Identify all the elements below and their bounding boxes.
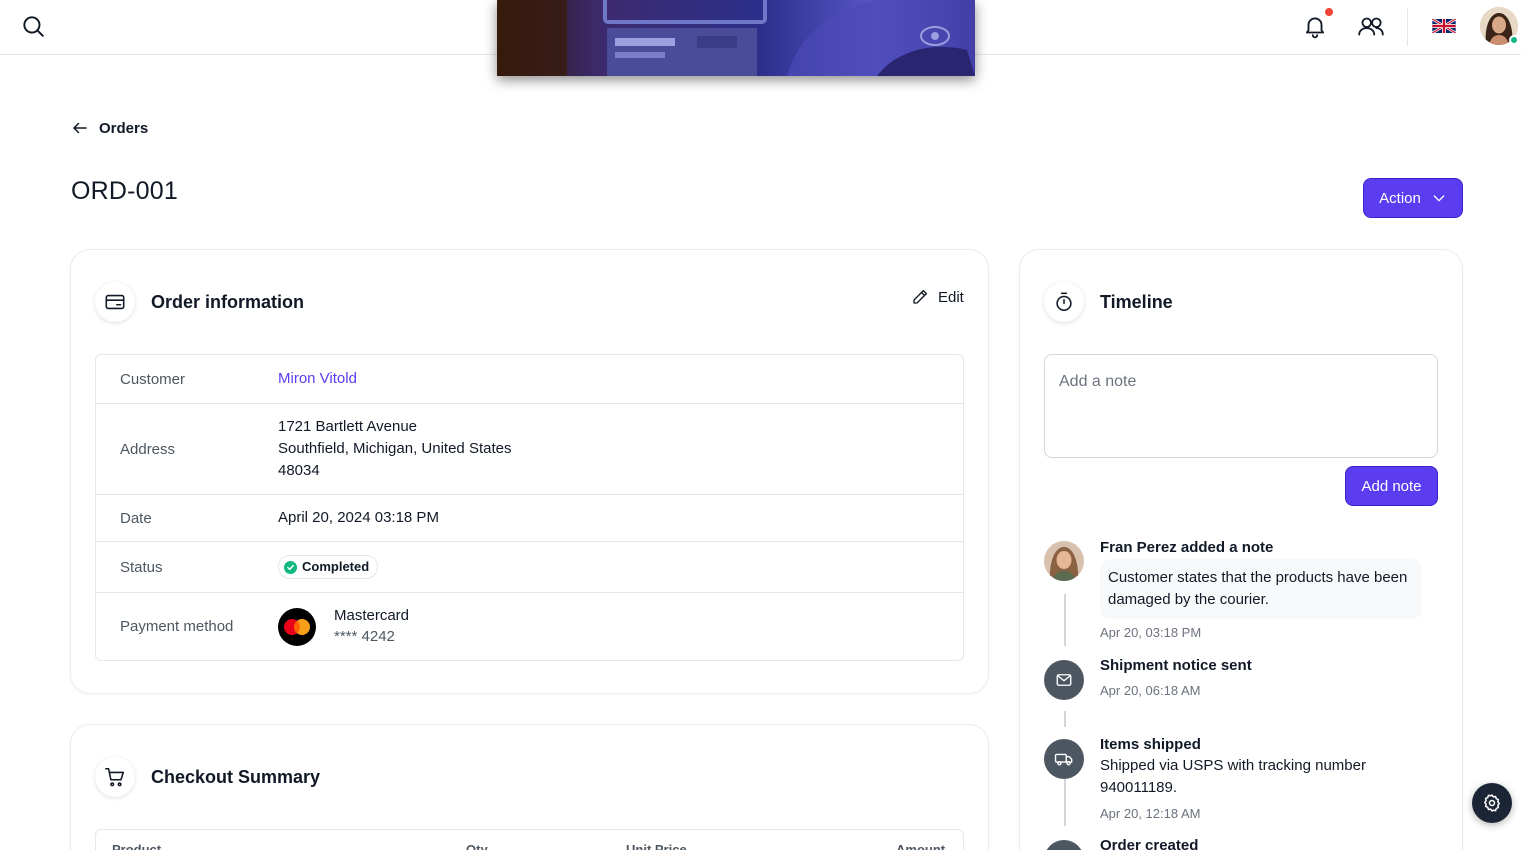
address-row: Address 1721 Bartlett Avenue Southfield,… (96, 404, 963, 495)
timeline-event-title: Fran Perez added a note (1100, 539, 1274, 556)
online-status-dot (1509, 35, 1519, 45)
date-value: April 20, 2024 03:18 PM (278, 509, 439, 526)
address-line-2: Southfield, Michigan, United States (278, 440, 512, 457)
card-icon-wrap (95, 757, 135, 797)
timeline-icon-wrap (1044, 660, 1084, 700)
customer-row: Customer Miron Vitold (96, 355, 963, 404)
timeline-event-date: Apr 20, 03:18 PM (1100, 625, 1202, 640)
status-row: Status Completed (96, 542, 963, 593)
date-label: Date (120, 509, 152, 527)
column-header-unit-price: Unit Price (626, 842, 687, 850)
pencil-icon (913, 289, 928, 304)
fran-perez-avatar (1044, 541, 1084, 581)
timeline-event-title: Items shipped (1100, 736, 1201, 753)
payment-label: Payment method (120, 618, 234, 635)
mastercard-icon (278, 607, 316, 646)
credit-card-icon (105, 294, 125, 310)
status-badge: Completed (278, 555, 379, 579)
timeline-icon-wrap (1044, 739, 1084, 779)
order-details-table: Customer Miron Vitold Address 1721 Bartl… (95, 354, 964, 661)
customer-link[interactable]: Miron Vitold (278, 370, 357, 387)
address-line-3: 48034 (278, 462, 320, 479)
page-title: ORD-001 (71, 177, 178, 205)
shopping-cart-icon (105, 767, 125, 787)
card-icon-wrap (95, 282, 135, 322)
date-row: Date April 20, 2024 03:18 PM (96, 495, 963, 542)
notification-badge (1324, 7, 1334, 17)
uk-flag-icon[interactable] (1432, 19, 1456, 33)
payment-card-number: **** 4242 (334, 627, 395, 645)
timeline-event-date: Apr 20, 06:18 AM (1100, 683, 1201, 698)
timeline-icon-wrap (1044, 840, 1084, 850)
settings-button[interactable] (1472, 783, 1512, 823)
timeline-event-date: Apr 20, 12:18 AM (1100, 806, 1201, 821)
customer-label: Customer (120, 370, 186, 388)
timeline-card: Timeline Add note Fran Perez added a not… (1019, 249, 1463, 850)
timeline-event-title: Order created (1100, 837, 1199, 850)
checkout-table: Product Qty Unit Price Amount (95, 829, 964, 850)
timeline-event-title: Shipment notice sent (1100, 657, 1252, 674)
search-icon[interactable] (20, 13, 46, 39)
arrow-left-icon (73, 122, 87, 134)
timeline-connector (1064, 594, 1066, 646)
edit-label: Edit (938, 288, 964, 306)
action-button[interactable]: Action (1363, 178, 1463, 218)
column-header-product: Product (112, 842, 162, 850)
timeline-connector (1064, 711, 1066, 727)
truck-icon (1054, 753, 1073, 766)
status-text: Completed (302, 559, 370, 574)
action-label: Action (1379, 189, 1421, 207)
order-information-title: Order information (151, 292, 305, 312)
stopwatch-icon (1056, 292, 1072, 312)
bell-icon[interactable] (1302, 13, 1328, 39)
users-icon[interactable] (1356, 13, 1386, 39)
check-circle-icon (284, 560, 297, 574)
column-header-qty: Qty (466, 842, 488, 850)
video-overlay[interactable] (497, 0, 975, 76)
checkout-summary-card: Checkout Summary Product Qty Unit Price … (70, 724, 989, 850)
back-to-orders-link[interactable]: Orders (71, 119, 148, 137)
gear-icon (1484, 794, 1500, 812)
back-label: Orders (99, 119, 149, 137)
address-line-1: 1721 Bartlett Avenue (278, 418, 417, 435)
checkout-summary-title: Checkout Summary (151, 767, 321, 787)
column-header-amount: Amount (896, 842, 946, 850)
order-information-card: Order information Edit Customer Miron Vi… (70, 249, 989, 694)
timeline-event-text: Shipped via USPS with tracking number 94… (1100, 757, 1366, 796)
status-label: Status (120, 558, 163, 576)
address-label: Address (120, 440, 176, 458)
timeline-note-text: Customer states that the products have b… (1100, 559, 1422, 619)
payment-row: Payment method Mastercard **** 4242 (96, 593, 963, 660)
edit-button[interactable]: Edit (911, 288, 964, 306)
header-divider (1407, 8, 1408, 46)
timeline-title: Timeline (1100, 292, 1173, 312)
chevron-down-icon (1433, 195, 1445, 202)
timeline-connector (1064, 778, 1066, 826)
card-icon-wrap (1044, 282, 1084, 322)
mail-icon (1056, 674, 1072, 686)
add-note-input[interactable] (1044, 354, 1438, 458)
payment-brand: Mastercard (334, 606, 410, 624)
add-note-button[interactable]: Add note (1345, 466, 1438, 506)
